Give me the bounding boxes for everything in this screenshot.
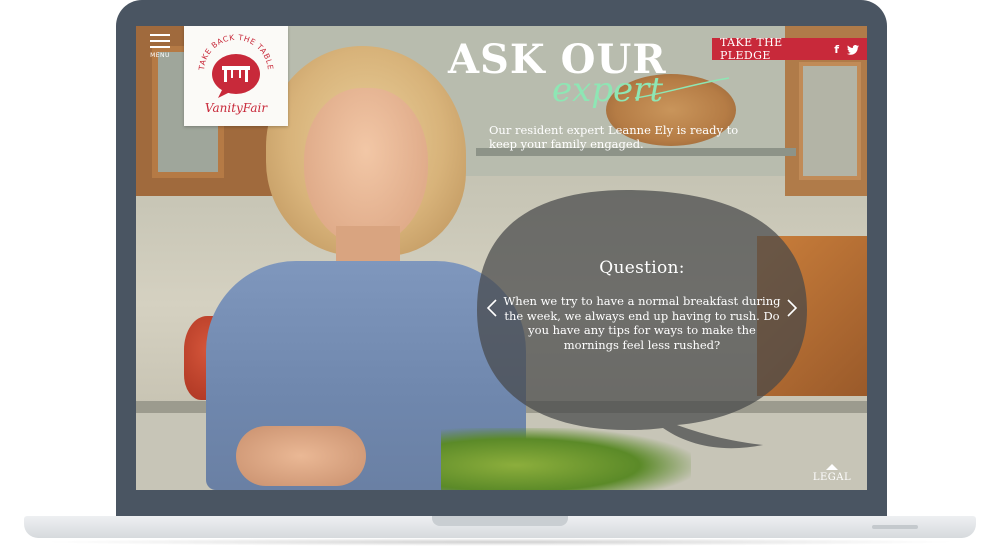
hamburger-icon-bar bbox=[150, 40, 170, 42]
legal-label: LEGAL bbox=[812, 472, 852, 483]
hamburger-icon bbox=[150, 34, 170, 36]
chevron-left-icon bbox=[486, 299, 497, 317]
face bbox=[304, 88, 428, 246]
page-title: ASK OUR expert bbox=[448, 36, 748, 126]
menu-label: MENU bbox=[150, 52, 170, 59]
facebook-icon[interactable]: f bbox=[834, 43, 839, 56]
chevron-up-icon bbox=[826, 464, 838, 470]
screen: MENU TAKE BACK THE TABLE VanityFair ASK … bbox=[136, 26, 867, 490]
chevron-right-icon bbox=[787, 299, 798, 317]
hands bbox=[236, 426, 366, 486]
twitter-icon[interactable] bbox=[847, 40, 859, 59]
laptop-notch bbox=[432, 516, 568, 526]
laptop-foot bbox=[872, 525, 918, 529]
laptop-shadow bbox=[40, 538, 960, 546]
next-question-button[interactable] bbox=[785, 298, 799, 318]
title-swash-icon bbox=[634, 77, 730, 99]
hamburger-icon-bar bbox=[150, 46, 170, 48]
logo-emblem-icon: TAKE BACK THE TABLE VanityFair bbox=[197, 33, 275, 115]
menu-button[interactable]: MENU bbox=[144, 34, 176, 62]
question-text: When we try to have a normal breakfast d… bbox=[503, 294, 781, 352]
pledge-label: TAKE THE PLEDGE bbox=[720, 36, 783, 62]
question-heading: Question: bbox=[599, 258, 685, 278]
legal-link[interactable]: LEGAL bbox=[810, 464, 854, 483]
take-pledge-button[interactable]: TAKE THE PLEDGE f bbox=[712, 36, 867, 62]
logo-brand: VanityFair bbox=[205, 101, 268, 115]
previous-question-button[interactable] bbox=[485, 298, 499, 318]
logo[interactable]: TAKE BACK THE TABLE VanityFair bbox=[184, 26, 288, 126]
question-bubble: Question: When we try to have a normal b… bbox=[477, 190, 807, 452]
subtitle: Our resident expert Leanne Ely is ready … bbox=[489, 123, 739, 151]
